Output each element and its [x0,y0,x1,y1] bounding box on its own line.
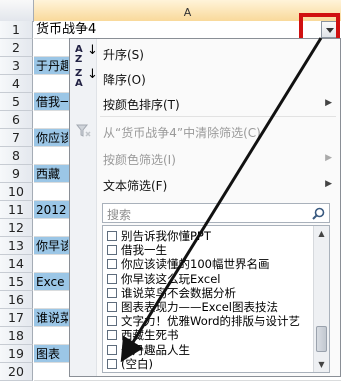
filter-value-list: 别告诉我你懂PPT 借我一生 你应该读懂的100幅世界名画 你早该这么玩Excel 谁说… [102,225,330,373]
filter-list-item[interactable]: 别告诉我你懂PPT [107,229,211,243]
cell-a[interactable]: 货币战争4 [34,21,341,39]
row-header[interactable]: 3 [0,57,33,75]
scroll-up-icon[interactable]: ▲ [314,226,329,241]
item-label: 谁说菜鸟不会数据分析 [121,285,236,300]
item-label: 西藏生死书 [121,328,179,343]
text-filter-item[interactable]: 文本筛选(F) [103,177,167,194]
cell-a[interactable]: 于丹趣 [34,57,69,75]
item-label: 于丹趣品人生 [121,342,190,357]
cell-text: 2012 [36,203,67,217]
cell-text: 货币战争4 [36,22,97,37]
row-header[interactable]: 9 [0,165,33,183]
row-header[interactable]: 6 [0,111,33,129]
sort-descending-arrow-icon: ↓ [87,67,98,82]
filter-list-item[interactable]: 文字力！优雅Word的排版与设计艺 [107,314,301,329]
cell-text: 图表 [36,347,61,361]
filter-list-item[interactable]: 你应该读懂的100幅世界名画 [107,257,270,272]
filter-list-item[interactable]: 谁说菜鸟不会数据分析 [107,285,236,300]
item-checkbox[interactable] [107,344,117,355]
item-checkbox[interactable] [107,330,117,341]
item-checkbox[interactable] [107,231,117,241]
clear-filter-icon [76,124,91,137]
row-header[interactable]: 7 [0,129,33,147]
cell-a[interactable]: 图表 [34,345,69,363]
item-checkbox[interactable] [107,358,117,369]
sort-ascending-arrow-icon: ↓ [87,43,98,58]
row-header[interactable]: 19 [0,345,33,363]
item-label: 借我一生 [121,243,167,258]
sort-by-color-item[interactable]: 按颜色排序(T) [103,96,180,113]
row-header[interactable]: 13 [0,237,33,255]
scroll-thumb[interactable] [316,326,327,352]
item-label: 你早该这么玩Excel [121,271,221,286]
cell-text: 西藏 [36,167,61,181]
item-checkbox[interactable] [107,316,117,327]
scroll-down-icon[interactable]: ▼ [314,357,329,372]
filter-list-item[interactable]: 借我一生 [107,243,167,258]
item-label: (空白) [121,356,153,371]
item-label: 图表表现力——Excel图表技法 [121,300,278,314]
menu-separator [100,116,336,117]
row-header[interactable]: 8 [0,147,33,165]
cell-a[interactable]: 西藏 [34,165,69,183]
row-header[interactable]: 18 [0,327,33,345]
sort-descending-icon: ZA [75,68,83,89]
cell-text: 谁说菜 [36,311,68,325]
filter-list-item[interactable]: 于丹趣品人生 [107,342,190,357]
row-header[interactable]: 14 [0,255,33,273]
item-checkbox[interactable] [107,245,117,256]
filter-list-item[interactable]: 西藏生死书 [107,328,179,343]
item-label: 文字力！优雅Word的排版与设计艺 [121,314,301,329]
row-header[interactable]: 1 [0,21,33,39]
sort-ascending-icon: AZ [75,44,83,65]
row-header[interactable]: 16 [0,291,33,309]
search-box[interactable]: 搜索 [102,203,330,223]
cell-a[interactable]: 借我一 [34,93,69,111]
column-header-bar: A [0,0,341,22]
row-header[interactable]: 10 [0,183,33,201]
search-placeholder: 搜索 [107,208,132,222]
filter-menu: AZ ↓ 升序(S) ZA ↓ 降序(O) 按颜色排序(T) ▶ 从“货币战争4… [69,38,341,377]
row-header[interactable]: 4 [0,75,33,93]
menu-icon-strip [70,39,97,376]
row-header[interactable]: 20 [0,363,33,381]
row-header[interactable]: 12 [0,219,33,237]
clear-filter-item[interactable]: 从“货币战争4”中清除筛选(C) [103,124,261,141]
sort-descending-item[interactable]: 降序(O) [103,71,146,88]
item-checkbox[interactable] [107,287,117,298]
cell-text: 于丹趣 [36,59,68,73]
cell-a[interactable]: 谁说菜 [34,309,69,327]
submenu-arrow-icon: ▶ [325,153,332,163]
cell-text: 借我一 [36,95,68,109]
row-header[interactable]: 11 [0,201,33,219]
item-label: 你应该读懂的100幅世界名画 [121,257,270,272]
filter-list-item[interactable]: 你早该这么玩Excel [107,271,221,286]
sort-ascending-item[interactable]: 升序(S) [103,46,144,63]
submenu-arrow-icon: ▶ [325,98,332,108]
item-checkbox[interactable] [107,273,117,284]
item-label: 别告诉我你懂PPT [121,229,211,243]
cell-a[interactable]: 2012 [34,201,69,219]
select-all-corner[interactable] [0,0,34,21]
cell-a[interactable]: 你应该 [34,129,69,147]
filter-list-item[interactable]: 图表表现力——Excel图表技法 [107,300,278,314]
filter-by-color-item[interactable]: 按颜色筛选(I) [103,151,176,168]
item-checkbox[interactable] [107,302,117,312]
row-header[interactable]: 15 [0,273,33,291]
column-header-a[interactable]: A [34,0,341,21]
row-header[interactable]: 2 [0,39,33,57]
cell-text: Exce [36,275,65,289]
row-header[interactable]: 5 [0,93,33,111]
item-checkbox[interactable] [107,259,117,270]
filter-list-item[interactable]: (空白) [107,356,153,371]
submenu-arrow-icon: ▶ [325,179,332,189]
cell-text: 你应该 [36,131,68,145]
list-scrollbar[interactable]: ▲ ▼ [313,226,329,372]
row-header[interactable]: 17 [0,309,33,327]
cell-text: 你早该 [36,239,68,253]
search-icon[interactable] [312,207,325,220]
cell-a[interactable]: 你早该 [34,237,69,255]
cell-a[interactable]: Exce [34,273,69,291]
